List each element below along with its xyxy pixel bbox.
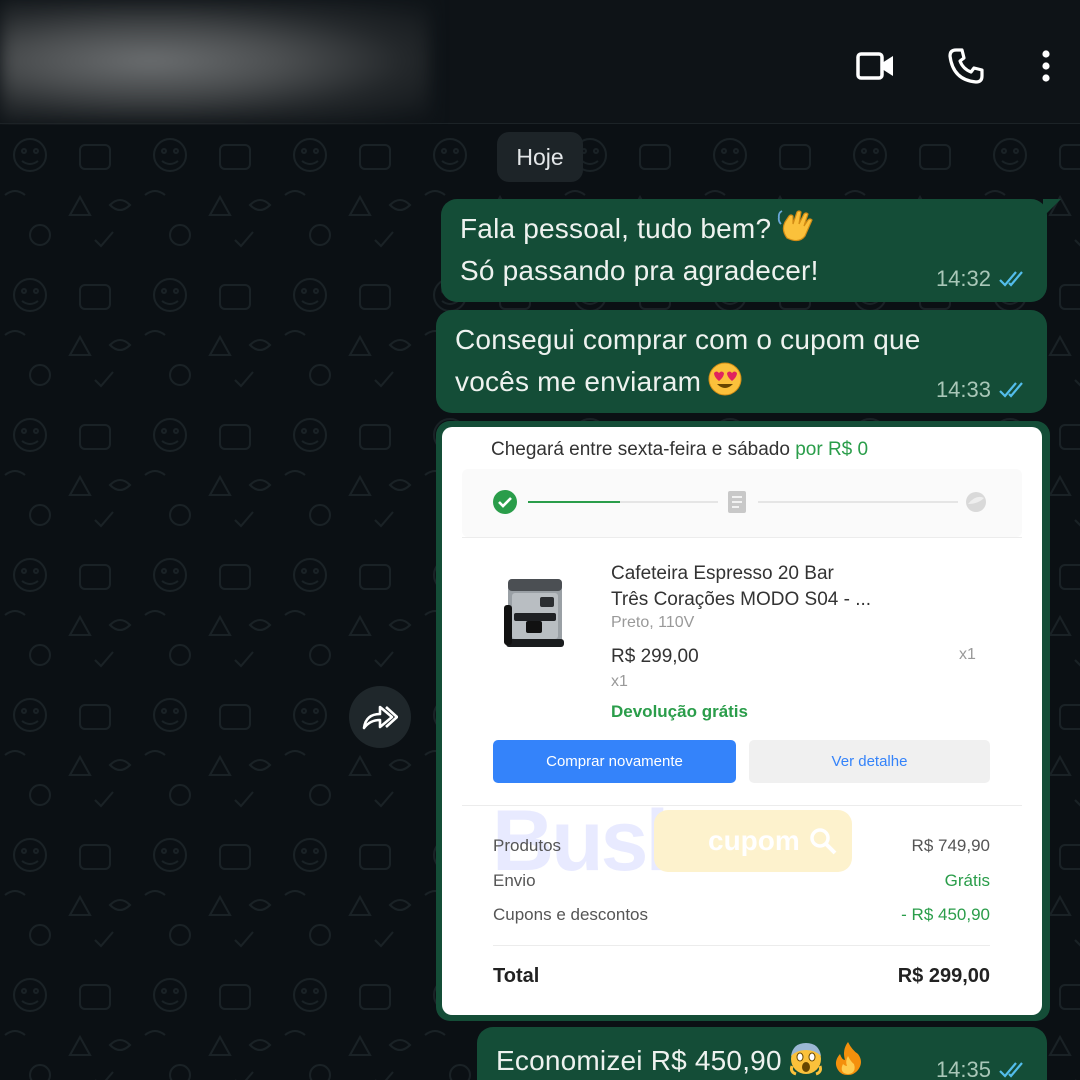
package-icon	[966, 492, 986, 512]
message-line: vocês me enviaram	[455, 366, 702, 397]
message-meta: 14:33	[936, 377, 1029, 403]
order-screenshot-image[interactable]: Chegará entre sexta-feira e sábado por R…	[442, 427, 1042, 1015]
chat-header	[0, 0, 1080, 124]
message-meta: 14:32	[936, 266, 1029, 292]
product-image[interactable]	[502, 575, 568, 651]
summary-products-row: Produtos R$ 749,90	[493, 836, 990, 856]
message-text: Economizei R$ 450,90	[496, 1040, 866, 1080]
summary-discount-row: Cupons e descontos - R$ 450,90	[493, 905, 990, 925]
message-line: Fala pessoal, tudo bem?	[460, 213, 772, 244]
product-price: R$ 299,00	[611, 646, 699, 667]
shipping-progress	[462, 469, 1022, 537]
summary-shipping-row: Envio Grátis	[493, 871, 990, 891]
heart-eyes-emoji	[708, 362, 742, 396]
product-title-line: Cafeteira Espresso 20 Bar	[611, 563, 834, 584]
divider	[462, 805, 1022, 806]
divider	[493, 945, 990, 946]
fire-emoji	[835, 1042, 861, 1075]
summary-label: Produtos	[493, 836, 562, 855]
summary-label: Envio	[493, 871, 536, 890]
product-quantity-right: x1	[959, 646, 976, 663]
more-options-icon[interactable]	[1020, 40, 1072, 92]
read-ticks-icon	[999, 382, 1023, 398]
product-variant: Preto, 110V	[611, 614, 695, 631]
message-text: Fala pessoal, tudo bem? Só passando pra …	[460, 208, 819, 292]
summary-total-row: Total R$ 299,00	[493, 965, 990, 988]
message-line: Só passando pra agradecer!	[460, 255, 819, 286]
video-call-icon[interactable]	[850, 40, 902, 92]
view-details-button[interactable]: Ver detalhe	[749, 740, 990, 783]
divider	[462, 537, 1022, 538]
read-ticks-icon	[999, 1062, 1023, 1078]
message-time: 14:32	[935, 266, 991, 291]
message-text: Consegui comprar com o cupom que vocês m…	[455, 319, 921, 403]
progress-line-pending	[620, 501, 718, 503]
total-value: R$ 299,00	[897, 965, 990, 987]
delivery-text: Chegará entre sexta-feira e sábado	[491, 439, 790, 460]
invoice-icon	[728, 491, 746, 513]
summary-value: - R$ 450,90	[901, 905, 990, 924]
product-title[interactable]: Cafeteira Espresso 20 Bar Três Corações …	[611, 561, 911, 613]
check-circle-icon	[493, 490, 517, 514]
progress-line-done	[528, 501, 620, 503]
buy-again-button[interactable]: Comprar novamente	[493, 740, 736, 783]
screaming-face-emoji	[789, 1043, 822, 1076]
waving-hand-emoji	[778, 210, 813, 242]
summary-value: Grátis	[944, 871, 990, 890]
message-time: 14:35	[935, 1057, 991, 1080]
summary-label: Cupons e descontos	[493, 905, 648, 924]
forward-button[interactable]	[349, 686, 411, 748]
message-meta: 14:35	[936, 1057, 1029, 1080]
message-bubble-outgoing[interactable]: Consegui comprar com o cupom que vocês m…	[436, 310, 1047, 413]
total-label: Total	[493, 965, 540, 987]
bubble-tail	[1043, 199, 1061, 217]
contact-info-blurred[interactable]	[0, 0, 430, 122]
forward-icon	[362, 705, 398, 730]
date-chip: Hoje	[497, 132, 583, 182]
read-ticks-icon	[999, 271, 1023, 287]
progress-line-pending	[758, 501, 958, 503]
voice-call-icon[interactable]	[940, 40, 992, 92]
summary-value: R$ 749,90	[911, 836, 990, 855]
message-time: 14:33	[935, 377, 991, 402]
message-line: Economizei R$ 450,90	[496, 1045, 782, 1076]
delivery-estimate: Chegará entre sexta-feira e sábado por R…	[491, 439, 868, 461]
free-return-label: Devolução grátis	[611, 702, 748, 721]
product-quantity: x1	[611, 673, 628, 690]
delivery-price: por R$ 0	[795, 439, 869, 460]
message-bubble-outgoing[interactable]: Fala pessoal, tudo bem? Só passando pra …	[441, 199, 1061, 302]
message-bubble-outgoing[interactable]: Economizei R$ 450,90 14:35	[477, 1027, 1047, 1080]
message-line: Consegui comprar com o cupom que	[455, 324, 921, 355]
product-title-line: Três Corações MODO S04 - ...	[611, 589, 872, 610]
